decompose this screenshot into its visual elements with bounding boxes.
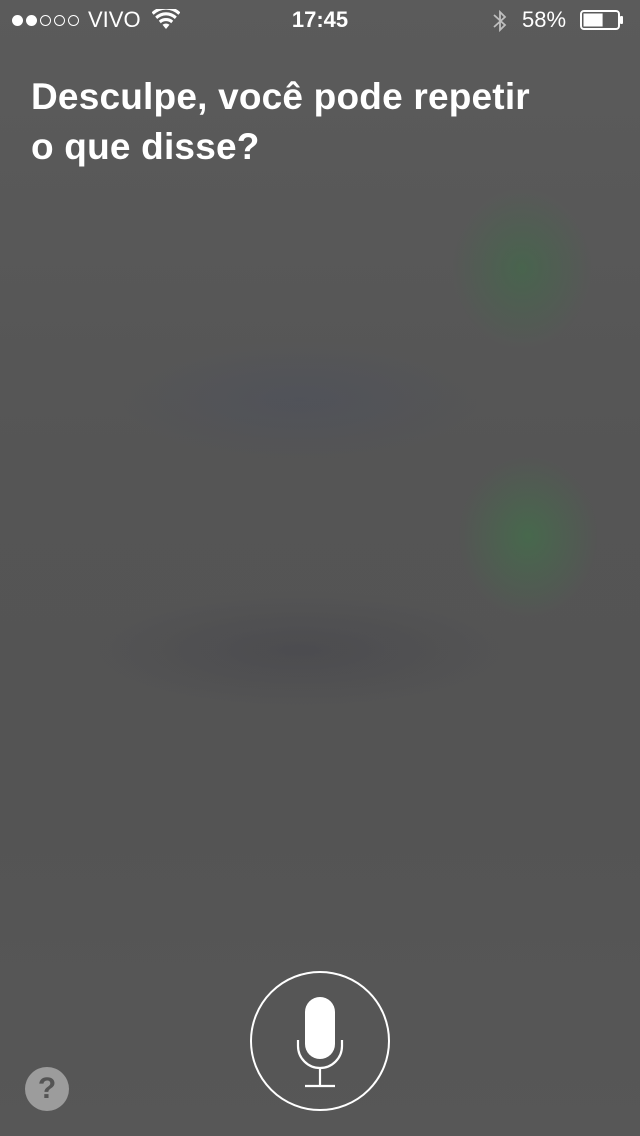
- microphone-button[interactable]: [250, 971, 390, 1111]
- siri-screen: VIVO 17:45 58% Desculpe, você pode repet…: [0, 0, 640, 1136]
- microphone-icon: [296, 997, 344, 1088]
- battery-percentage: 58%: [522, 7, 567, 32]
- siri-response-text: Desculpe, você pode repetir o que disse?: [31, 72, 611, 172]
- siri-response-line-2: o que disse?: [31, 126, 260, 167]
- battery-level-fill: [583, 13, 603, 27]
- siri-response-line-1: Desculpe, você pode repetir: [31, 76, 530, 117]
- bluetooth-icon: [493, 9, 507, 33]
- help-button[interactable]: ?: [25, 1067, 69, 1111]
- status-bar: VIVO 17:45 58%: [0, 0, 640, 40]
- battery-icon: [580, 10, 623, 30]
